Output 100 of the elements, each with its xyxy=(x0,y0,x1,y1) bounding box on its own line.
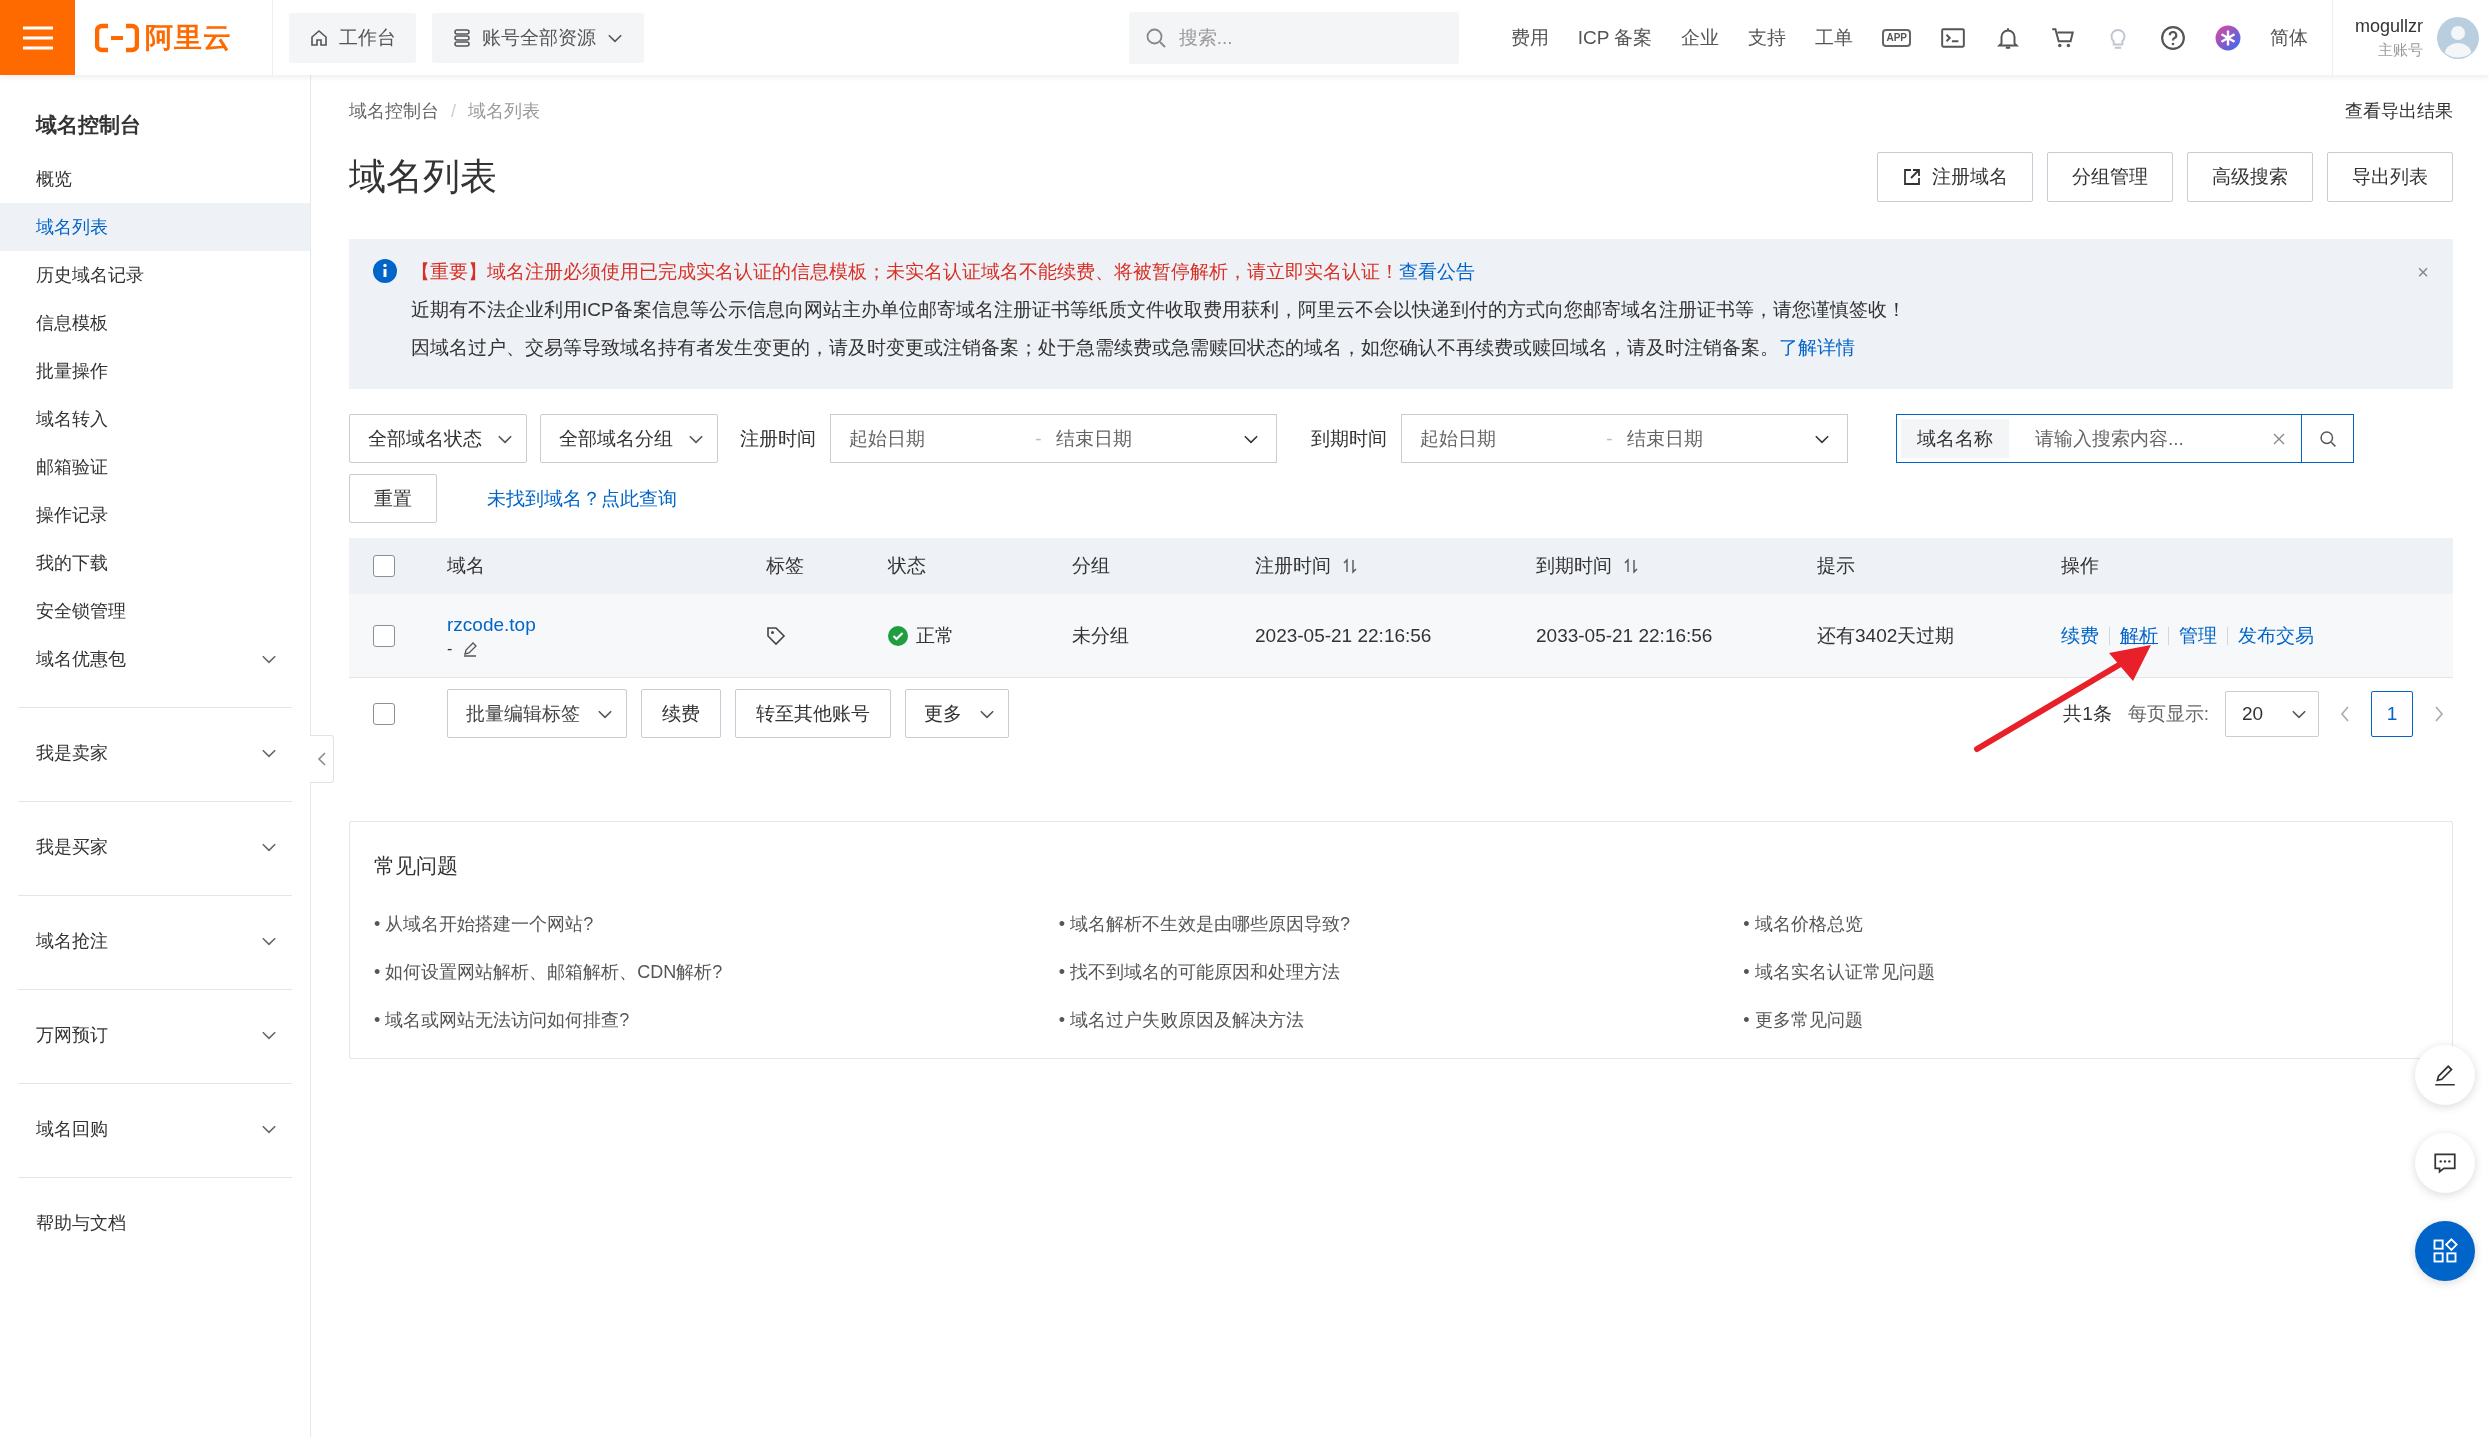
action-link[interactable]: 续费 xyxy=(2061,626,2109,645)
sidebar-item[interactable]: 域名列表 xyxy=(0,203,310,251)
filter-label: 到期时间 xyxy=(1311,426,1387,451)
header-button[interactable]: 导出列表 xyxy=(2327,152,2453,202)
help-icon[interactable] xyxy=(2159,24,2186,51)
reset-button[interactable]: 重置 xyxy=(349,474,437,523)
faq-link[interactable]: • 域名解析不生效是由哪些原因导致? xyxy=(1058,900,1350,948)
header-button[interactable]: 注册域名 xyxy=(1877,152,2033,202)
workbench-button[interactable]: 工作台 xyxy=(289,12,416,63)
more-select[interactable]: 更多 xyxy=(905,689,1009,738)
external-link-icon xyxy=(1902,167,1922,187)
nav-link[interactable]: 工单 xyxy=(1815,24,1854,51)
sidebar-item[interactable]: 信息模板 xyxy=(0,299,310,347)
sidebar-item[interactable]: 历史域名记录 xyxy=(0,251,310,299)
bulk-button[interactable]: 转至其他账号 xyxy=(735,689,891,738)
resources-dropdown[interactable]: 账号全部资源 xyxy=(432,12,644,63)
action-link[interactable]: 发布交易 xyxy=(2227,626,2324,645)
tag-icon[interactable] xyxy=(766,625,786,646)
domain-link[interactable]: rzcode.top xyxy=(447,613,536,636)
menu-button[interactable] xyxy=(0,0,75,75)
column-header: 分组 xyxy=(1072,554,1110,578)
breadcrumb-item: 域名列表 xyxy=(468,100,540,123)
sidebar-group[interactable]: 域名抢注 xyxy=(18,917,292,965)
faq-link[interactable]: • 域名过户失败原因及解决方法 xyxy=(1058,996,1304,1044)
breadcrumb-item[interactable]: 域名控制台 xyxy=(349,99,439,123)
account-role: 主账号 xyxy=(2378,40,2423,60)
search-input[interactable]: 搜索... xyxy=(1176,25,1437,50)
chat-button[interactable] xyxy=(2415,1133,2475,1193)
remark-text: - xyxy=(447,639,453,658)
range-separator: - xyxy=(1606,427,1613,450)
bulk-tag-select[interactable]: 批量编辑标签 xyxy=(447,689,627,738)
asterisk-icon[interactable] xyxy=(2214,24,2241,51)
search-box[interactable]: 搜索... xyxy=(1128,11,1459,64)
sidebar-item[interactable]: 帮助与文档 xyxy=(0,1199,310,1247)
sort-icon[interactable] xyxy=(1343,558,1357,574)
search-icon xyxy=(1144,26,1167,49)
sidebar-group[interactable]: 域名优惠包 xyxy=(18,635,292,683)
info-icon xyxy=(373,259,397,283)
table-cell: 2023-05-21 22:16:56 xyxy=(1255,624,1432,646)
sidebar-group[interactable]: 我是买家 xyxy=(18,823,292,871)
faq-link[interactable]: • 域名价格总览 xyxy=(1743,900,1863,948)
sidebar-group[interactable]: 域名回购 xyxy=(18,1105,292,1153)
page-size-select[interactable]: 20 xyxy=(2225,690,2319,737)
sidebar-item[interactable]: 批量操作 xyxy=(0,347,310,395)
group-select[interactable]: 全部域名分组 xyxy=(540,414,718,463)
bulk-checkbox[interactable] xyxy=(373,702,395,725)
faq-link[interactable]: • 域名或网站无法访问如何排查? xyxy=(374,996,630,1044)
faq-link[interactable]: • 找不到域名的可能原因和处理方法 xyxy=(1058,948,1340,996)
chevron-left-icon xyxy=(315,751,328,767)
check-circle-icon xyxy=(888,625,908,646)
column-header[interactable]: 到期时间 xyxy=(1536,553,1638,579)
stack-icon xyxy=(452,27,472,48)
column-header: 状态 xyxy=(888,554,926,578)
action-link[interactable]: 解析 xyxy=(2109,626,2168,645)
status-select[interactable]: 全部域名状态 xyxy=(349,414,527,463)
sidebar-item[interactable]: 我的下载 xyxy=(0,539,310,587)
language-link[interactable]: 简体 xyxy=(2269,24,2308,51)
header-button[interactable]: 高级搜索 xyxy=(2187,152,2313,202)
nav-link[interactable]: 企业 xyxy=(1681,24,1720,51)
bulk-button[interactable]: 续费 xyxy=(641,689,721,738)
faq-link[interactable]: • 从域名开始搭建一个网站? xyxy=(374,900,594,948)
action-link[interactable]: 管理 xyxy=(2168,626,2227,645)
nav-link[interactable]: ICP 备案 xyxy=(1577,24,1653,51)
sidebar-item[interactable]: 概览 xyxy=(0,155,310,203)
faq-link[interactable]: • 如何设置网站解析、邮箱解析、CDN解析? xyxy=(374,948,723,996)
app-icon[interactable]: APP xyxy=(1882,28,1911,47)
domain-lookup-link[interactable]: 未找到域名？点此查询 xyxy=(487,485,677,512)
collapse-handle[interactable] xyxy=(310,735,334,783)
sidebar-group[interactable]: 我是卖家 xyxy=(18,729,292,777)
sidebar-item[interactable]: 操作记录 xyxy=(0,491,310,539)
apps-button[interactable] xyxy=(2415,1221,2475,1281)
end-date-input[interactable]: 结束日期 xyxy=(1624,426,1801,451)
home-icon xyxy=(309,27,329,48)
total-count: 共1条 xyxy=(2063,701,2112,726)
menu-icon xyxy=(20,24,55,51)
page-button[interactable]: 1 xyxy=(2371,690,2413,737)
end-date-input[interactable]: 结束日期 xyxy=(1053,426,1230,451)
nav-link[interactable]: 费用 xyxy=(1510,24,1549,51)
export-results-link[interactable]: 查看导出结果 xyxy=(2345,99,2453,123)
select-all-checkbox[interactable] xyxy=(373,555,395,577)
nav-link[interactable]: 支持 xyxy=(1748,24,1787,51)
sort-icon[interactable] xyxy=(1624,558,1638,574)
start-date-input[interactable]: 起始日期 xyxy=(1418,426,1595,451)
start-date-input[interactable]: 起始日期 xyxy=(847,426,1024,451)
learn-more-link[interactable]: 了解详情 xyxy=(1779,337,1855,358)
header-button[interactable]: 分组管理 xyxy=(2047,152,2173,202)
sidebar-item[interactable]: 安全锁管理 xyxy=(0,587,310,635)
column-header: 标签 xyxy=(766,554,804,578)
feedback-button[interactable] xyxy=(2415,1045,2475,1105)
faq-link[interactable]: • 更多常见问题 xyxy=(1743,996,1863,1044)
sidebar-item[interactable]: 邮箱验证 xyxy=(0,443,310,491)
user-name: mogullzr xyxy=(2354,15,2423,37)
faq-link[interactable]: • 域名实名认证常见问题 xyxy=(1743,948,1935,996)
sidebar-item[interactable]: 域名转入 xyxy=(0,395,310,443)
edit-icon[interactable] xyxy=(462,640,479,657)
sidebar-group[interactable]: 万网预订 xyxy=(18,1011,292,1059)
table-cell: 未分组 xyxy=(1072,624,1129,646)
announcement-link[interactable]: 查看公告 xyxy=(1399,261,1475,282)
row-checkbox[interactable] xyxy=(373,624,395,647)
column-header[interactable]: 注册时间 xyxy=(1255,553,1357,579)
